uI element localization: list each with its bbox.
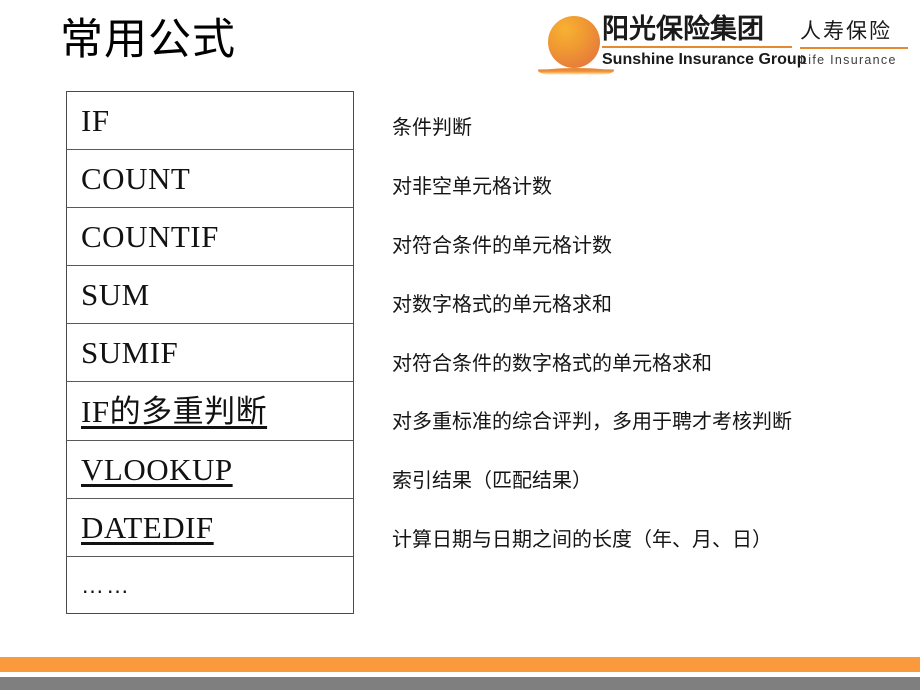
table-row: COUNT <box>67 150 353 209</box>
company-logo: 阳光保险集团 Sunshine Insurance Group 人寿保险 Lif… <box>538 14 908 80</box>
logo-secondary-block: 人寿保险 Life Insurance <box>800 14 908 68</box>
description-item: 对符合条件的单元格计数 <box>392 234 612 257</box>
description-item: 对多重标准的综合评判，多用于聘才考核判断 <box>392 411 792 434</box>
page-title: 常用公式 <box>60 16 236 64</box>
formula-name: COUNTIF <box>81 219 219 255</box>
formula-name: SUMIF <box>81 335 179 371</box>
formula-name: …… <box>81 572 131 599</box>
formula-link[interactable]: DATEDIF <box>81 512 214 543</box>
table-row: …… <box>67 557 353 615</box>
logo-secondary-cn: 人寿保险 <box>800 20 892 43</box>
formula-name: IF <box>81 103 110 139</box>
formula-table: IF COUNT COUNTIF SUM SUMIF IF的多重判断 VLOOKUP DATE… <box>66 91 354 614</box>
table-row: SUMIF <box>67 324 353 383</box>
logo-secondary-en: Life Insurance <box>800 52 897 67</box>
logo-primary-en: Sunshine Insurance Group <box>602 51 807 69</box>
description-item: 索引结果（匹配结果） <box>392 470 592 493</box>
table-row[interactable]: IF的多重判断 <box>67 382 353 441</box>
description-item: 条件判断 <box>392 117 472 140</box>
logo-primary-block: 阳光保险集团 Sunshine Insurance Group <box>602 14 807 70</box>
table-row: IF <box>67 92 353 151</box>
description-item: 对非空单元格计数 <box>392 176 552 199</box>
description-list: 条件判断对非空单元格计数对符合条件的单元格计数 对数字格式的单元格求和对符合条件的… <box>392 99 902 569</box>
formula-link[interactable]: IF的多重判断 <box>81 396 267 427</box>
logo-primary-cn: 阳光保险集团 <box>602 14 764 44</box>
table-row: COUNTIF <box>67 208 353 267</box>
sun-disc-icon <box>548 16 600 68</box>
footer-gray-bar <box>0 677 920 690</box>
description-item: 对数字格式的单元格求和 <box>392 293 612 316</box>
table-row[interactable]: DATEDIF <box>67 499 353 557</box>
table-row: SUM <box>67 266 353 325</box>
formula-link[interactable]: VLOOKUP <box>81 454 233 485</box>
footer-accent-bar <box>0 657 920 672</box>
description-item: 对符合条件的数字格式的单元格求和 <box>392 352 712 375</box>
description-item: 计算日期与日期之间的长度（年、月、日） <box>392 528 772 551</box>
formula-name: SUM <box>81 277 150 313</box>
table-row[interactable]: VLOOKUP <box>67 441 353 499</box>
formula-name: COUNT <box>81 161 191 197</box>
